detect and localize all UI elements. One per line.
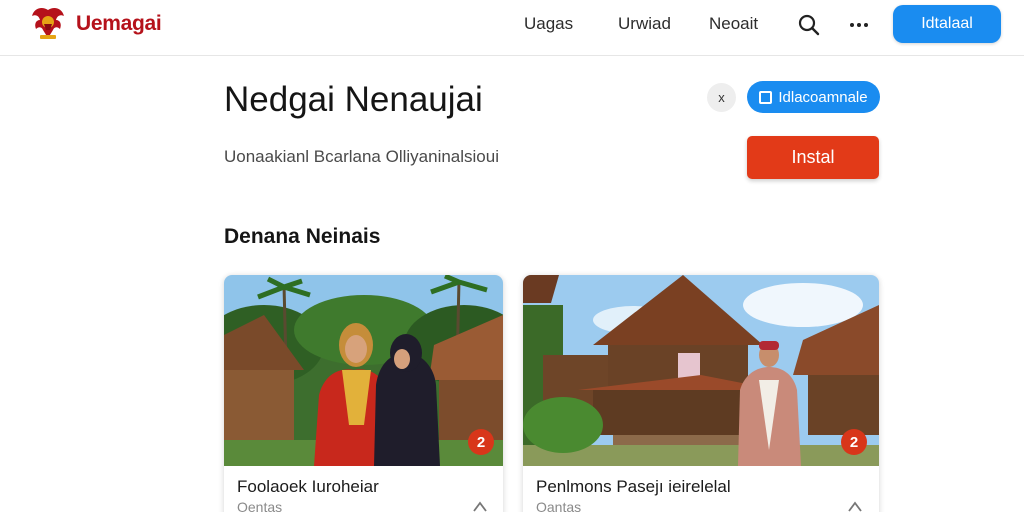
card-badge[interactable]: 2 [468,429,494,455]
close-icon[interactable]: x [707,83,736,112]
share-icon[interactable] [470,497,490,512]
install-button[interactable]: Instal [747,136,879,179]
nav-link-2[interactable]: Urwiad [618,14,671,34]
man-traditional-wooden-house-photo [523,275,879,466]
pill-action-label: Idlacoamnale [778,88,868,106]
top-navigation-bar: Uemagai Uagas Urwiad Neoait Idtalaal [0,0,1024,56]
more-dots-icon[interactable] [846,12,872,38]
pill-action-button[interactable]: Idlacoamnale [747,81,880,113]
share-icon[interactable] [845,497,865,512]
section-title: Denana Neinais [224,225,381,248]
content-card[interactable]: 2 Penlmons Pasejı ieirelelal Oantas [523,275,879,512]
nav-link-1[interactable]: Uagas [524,14,573,34]
eagle-emblem-icon[interactable] [28,4,68,44]
close-label: x [718,90,725,105]
page-subtitle: Uonaakianl Bcarlana Olliyaninalsioui [224,147,499,166]
square-icon [759,90,773,104]
card-title[interactable]: Penlmons Pasejı ieirelelal [536,477,731,497]
card-meta: Oantas [536,499,582,512]
page-title: Nedgai Nenaujai [224,80,483,119]
card-meta: Oentas [237,499,283,512]
search-icon[interactable] [796,12,822,38]
card-badge[interactable]: 2 [841,429,867,455]
brand-name[interactable]: Uemagai [76,12,162,36]
two-women-traditional-dress-village-photo [224,275,503,466]
header-cta-button[interactable]: Idtalaal [893,5,1001,43]
card-title[interactable]: Foolaoek Iuroheiar [237,477,379,497]
content-card[interactable]: 2 Foolaoek Iuroheiar Oentas [224,275,503,512]
nav-link-3[interactable]: Neoait [709,14,758,34]
